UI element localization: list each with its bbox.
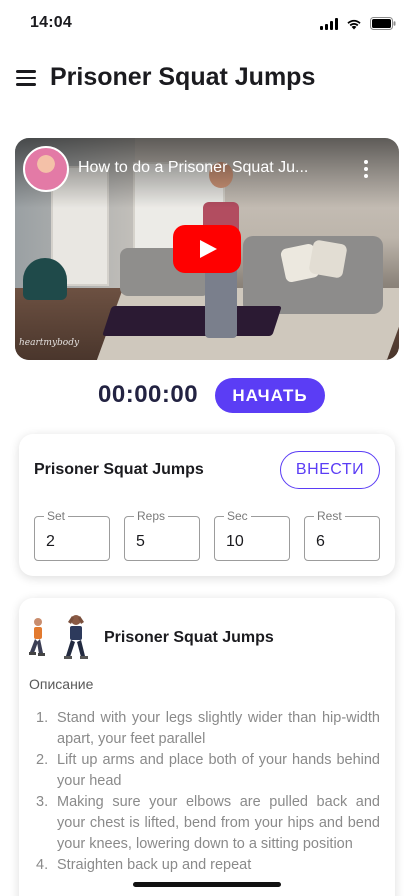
set-field[interactable]: Set 2 xyxy=(34,509,110,561)
description-card: Prisoner Squat Jumps Описание 1. Stand wi… xyxy=(19,598,395,896)
status-bar: 14:04 xyxy=(0,0,414,48)
sec-field-label: Sec xyxy=(224,509,251,523)
exercise-thumbnail xyxy=(28,612,92,666)
video-watermark: heartmybody xyxy=(19,338,80,348)
reps-field[interactable]: Reps 5 xyxy=(124,509,200,561)
start-button[interactable]: НАЧАТЬ xyxy=(215,378,325,413)
rest-field-label: Rest xyxy=(314,509,345,523)
instruction-step: 2. Lift up arms and place both of your ha… xyxy=(36,752,380,789)
battery-icon xyxy=(370,17,396,30)
set-field-label: Set xyxy=(44,509,69,523)
instruction-step: 3. Making sure your elbows are pulled bac… xyxy=(36,794,380,852)
sec-field-value[interactable]: 10 xyxy=(226,533,282,551)
reps-field-value[interactable]: 5 xyxy=(136,533,192,551)
log-exercise-name: Prisoner Squat Jumps xyxy=(34,461,204,478)
timer-row: 00:00:00 НАЧАТЬ xyxy=(0,378,414,414)
description-title: Prisoner Squat Jumps xyxy=(104,629,274,646)
status-icons xyxy=(320,17,396,30)
hamburger-menu-icon[interactable] xyxy=(16,70,36,86)
instruction-step: 4. Straighten back up and repeat xyxy=(36,857,252,873)
reps-field-label: Reps xyxy=(134,509,169,523)
instruction-step: 1. Stand with your legs slightly wider th… xyxy=(36,710,380,747)
description-label: Описание xyxy=(29,676,94,692)
youtube-play-icon[interactable] xyxy=(173,225,241,273)
sec-field[interactable]: Sec 10 xyxy=(214,509,290,561)
set-field-value[interactable]: 2 xyxy=(46,533,102,551)
app-header: Prisoner Squat Jumps xyxy=(0,58,414,102)
timer-display: 00:00:00 xyxy=(98,381,199,408)
rest-field-value[interactable]: 6 xyxy=(316,533,372,551)
video-player[interactable]: How to do a Prisoner Squat Ju... heartmy… xyxy=(15,138,399,360)
channel-avatar[interactable] xyxy=(23,146,69,192)
video-title[interactable]: How to do a Prisoner Squat Ju... xyxy=(78,159,346,177)
more-vertical-icon[interactable] xyxy=(363,160,369,178)
instruction-list: 1. Stand with your legs slightly wider th… xyxy=(36,708,380,876)
workout-log-card: Prisoner Squat Jumps ВНЕСТИ Set 2 Reps 5… xyxy=(19,434,395,576)
home-indicator[interactable] xyxy=(133,882,281,887)
page-title: Prisoner Squat Jumps xyxy=(50,63,316,91)
status-time: 14:04 xyxy=(30,14,72,31)
enter-button[interactable]: ВНЕСТИ xyxy=(280,451,380,489)
rest-field[interactable]: Rest 6 xyxy=(304,509,380,561)
wifi-icon xyxy=(346,18,362,30)
cellular-signal-icon xyxy=(320,17,338,30)
